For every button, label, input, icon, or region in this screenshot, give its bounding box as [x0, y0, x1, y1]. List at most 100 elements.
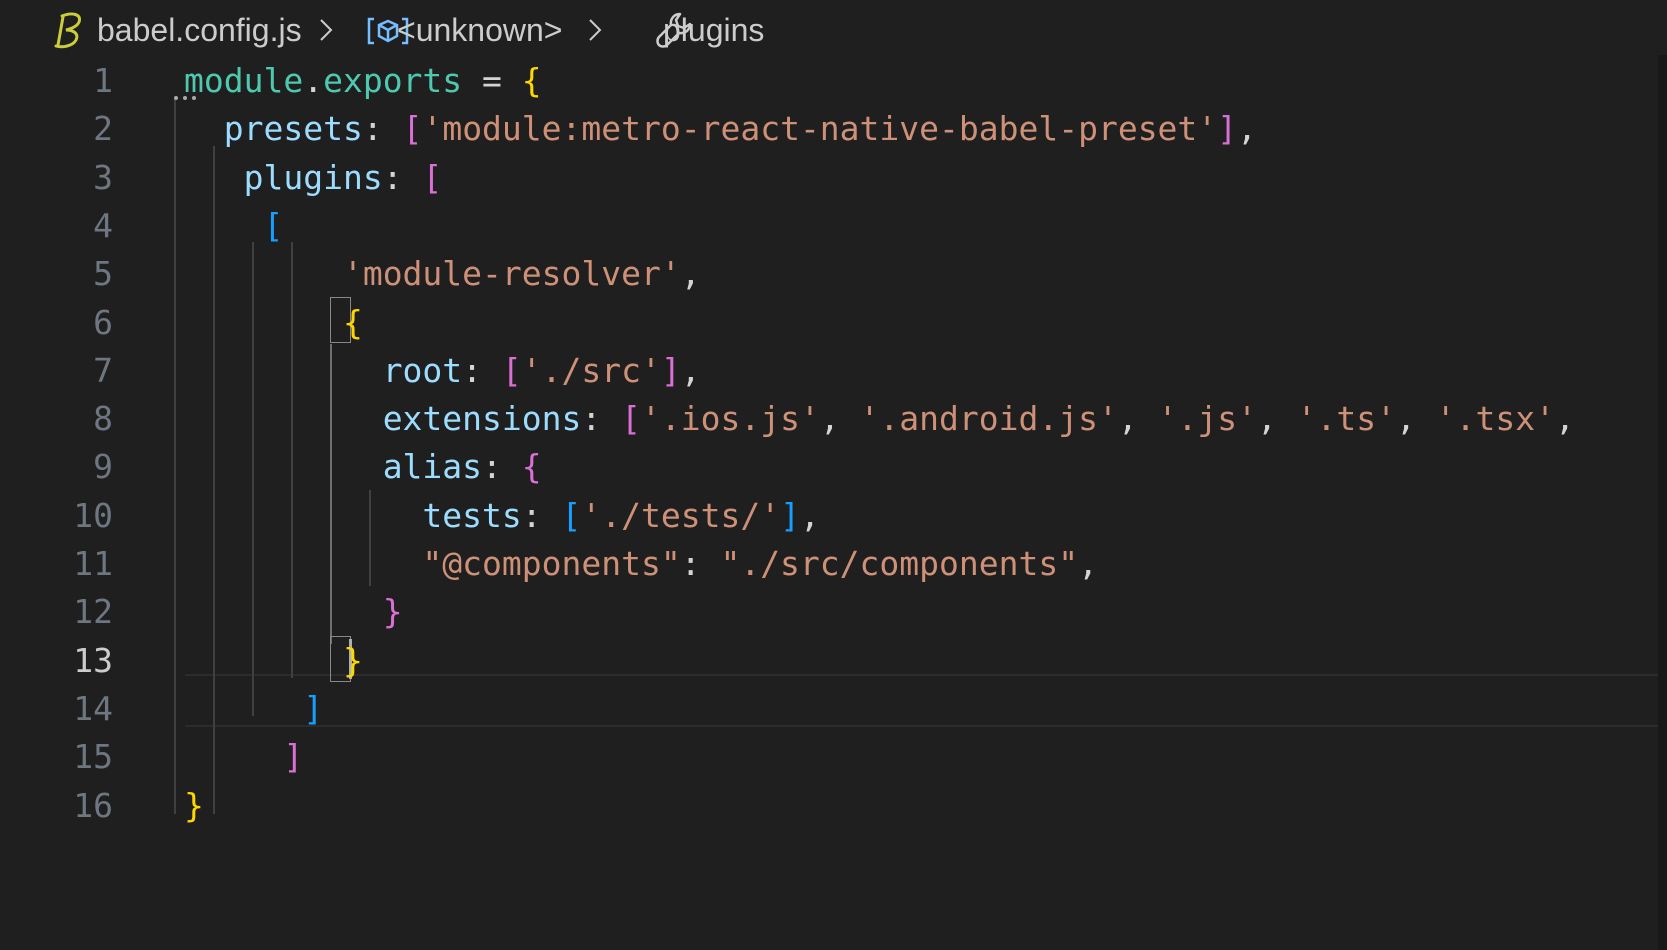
code-text: module.exports = { [184, 55, 542, 106]
code-token: , [1256, 399, 1297, 439]
vertical-scrollbar[interactable] [1658, 55, 1667, 950]
code-token: [ [422, 157, 443, 197]
line-number: 16 [73, 785, 113, 825]
code-token: ] [303, 688, 324, 728]
code-token: '.ts' [1296, 399, 1397, 439]
code-token: [ [621, 399, 641, 439]
code-token: [ [402, 109, 423, 149]
code-token: '.tsx' [1435, 399, 1555, 439]
code-text: } [184, 586, 403, 637]
code-token: . [303, 61, 324, 100]
code-text: tests: ['./tests/'], [184, 490, 819, 541]
code-token: , [1396, 399, 1436, 439]
code-token: './src' [521, 350, 661, 390]
code-line[interactable]: 7 root: ['./src'], [0, 345, 1658, 396]
code-token: "./src/components" [720, 544, 1079, 583]
code-token: 'module:metro-react-native-babel-preset' [422, 109, 1218, 149]
code-line[interactable]: 10 tests: ['./tests/'], [0, 490, 1658, 541]
code-text: ] [184, 683, 323, 734]
code-token: ] [660, 350, 681, 390]
line-number: 1 [93, 61, 113, 100]
line-number: 13 [73, 640, 113, 680]
code-token: = [462, 61, 522, 100]
breadcrumb-symbol[interactable]: <unknown> [397, 8, 562, 52]
code-token: plugins [243, 157, 383, 197]
breadcrumb-current[interactable]: plugins [663, 8, 764, 52]
code-token: { [521, 447, 542, 487]
code-text: ] [184, 731, 303, 782]
line-number: 7 [93, 350, 113, 390]
code-line[interactable]: 11 "@components": "./src/components", [0, 538, 1658, 589]
line-number: 2 [93, 109, 113, 149]
line-number: 9 [93, 447, 113, 487]
code-token: [ [561, 495, 582, 535]
line-number: 14 [73, 688, 113, 728]
code-text: { [184, 297, 363, 348]
code-token: "@components" [422, 544, 681, 583]
code-text: plugins: [ [184, 152, 443, 203]
code-token: root [382, 350, 463, 390]
code-line[interactable]: 8 extensions: ['.ios.js', '.android.js',… [0, 393, 1658, 444]
code-token: : [482, 447, 522, 487]
code-line[interactable]: 3 plugins: [ [0, 152, 1658, 203]
code-token: presets [223, 109, 363, 149]
code-line[interactable]: 16} [0, 780, 1658, 831]
code-text: presets: ['module:metro-react-native-bab… [184, 103, 1257, 154]
code-line[interactable]: 14 ] [0, 683, 1658, 734]
code-token: : [462, 350, 502, 390]
line-number: 6 [93, 302, 113, 342]
line-number: 8 [93, 399, 113, 439]
breadcrumb-file[interactable]: babel.config.js [97, 8, 302, 52]
line-number: 10 [73, 495, 113, 535]
code-token: , [1117, 399, 1158, 439]
line-number: 3 [93, 157, 113, 197]
code-token: [ [501, 350, 522, 390]
line-number: 15 [73, 737, 113, 777]
code-token: '.js' [1157, 399, 1257, 439]
code-token: ] [1217, 109, 1238, 149]
code-text: extensions: ['.ios.js', '.android.js', '… [184, 393, 1575, 444]
code-text: "@components": "./src/components", [184, 538, 1098, 589]
code-line[interactable]: 4 [ [0, 200, 1658, 251]
code-text: alias: { [184, 441, 542, 492]
code-line[interactable]: 5 'module-resolver', [0, 248, 1658, 299]
code-token: : [362, 109, 403, 149]
babel-icon [54, 12, 82, 49]
code-line[interactable]: 2 presets: ['module:metro-react-native-b… [0, 103, 1658, 154]
code-token: } [382, 592, 403, 632]
code-token: , [680, 350, 701, 390]
code-line[interactable]: 12 } [0, 586, 1658, 637]
code-token: '.ios.js' [641, 399, 820, 439]
code-token: alias [382, 447, 483, 487]
code-token: ] [283, 737, 304, 777]
code-token: , [1078, 544, 1098, 583]
code-token: module [184, 61, 304, 100]
code-token: exports [323, 61, 463, 100]
line-number: 5 [93, 254, 113, 294]
code-token: { [521, 61, 542, 100]
code-text: [ [184, 200, 283, 251]
code-token: : [521, 495, 562, 535]
code-line[interactable]: 13 } [0, 635, 1658, 686]
code-editor[interactable]: 1 module.exports = {2 presets: ['module:m… [0, 61, 1658, 950]
code-token: } [342, 640, 363, 680]
code-line[interactable]: 1 module.exports = { [0, 55, 1658, 106]
code-token: '.android.js' [859, 399, 1118, 439]
code-token: tests [422, 495, 522, 535]
code-line[interactable]: 6 { [0, 297, 1658, 348]
breadcrumb: babel.config.js <unknown> plugins [0, 0, 1667, 62]
code-token: , [819, 399, 860, 439]
code-line[interactable]: 15 ] [0, 731, 1658, 782]
code-line[interactable]: 9 alias: { [0, 441, 1658, 492]
line-number: 11 [73, 544, 113, 583]
